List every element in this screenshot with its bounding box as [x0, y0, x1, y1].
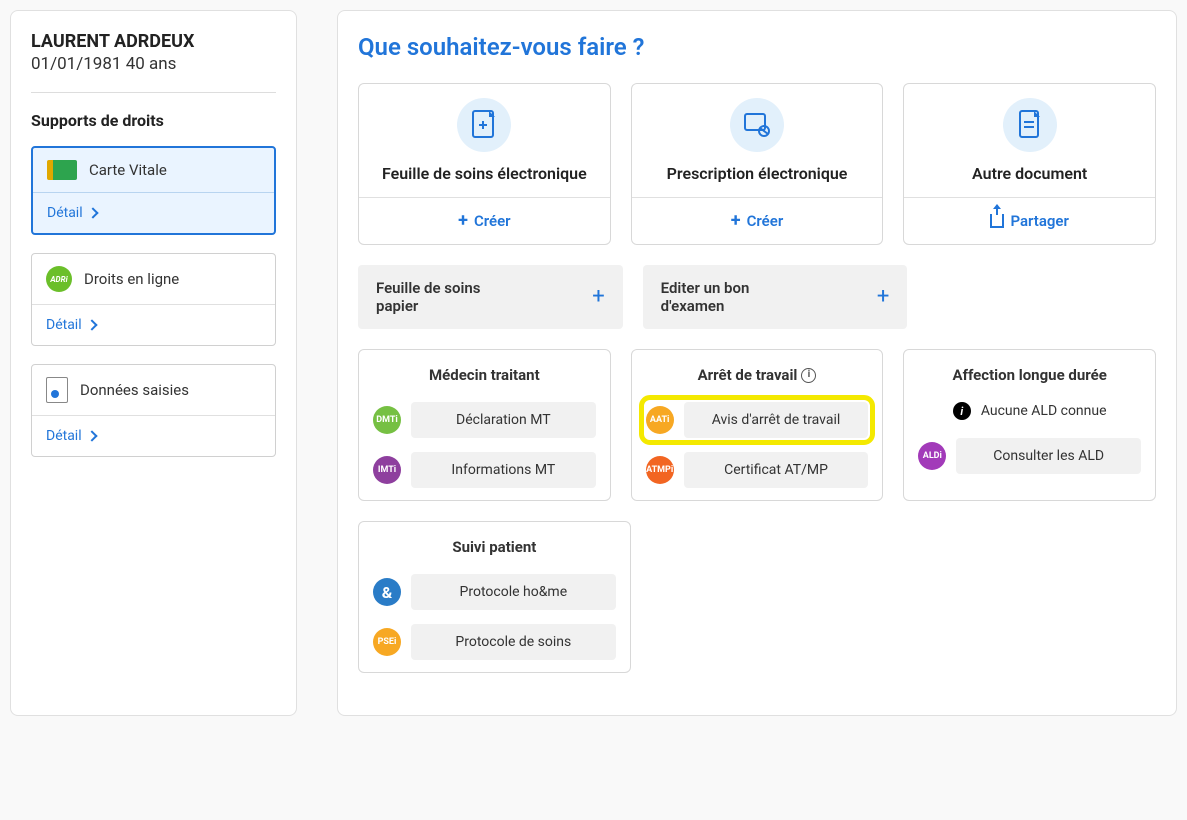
- sidebar: LAURENT ADRDEUX 01/01/1981 40 ans Suppor…: [10, 10, 297, 716]
- row-groups: Médecin traitant DMTi Déclaration MT IMT…: [358, 349, 1156, 501]
- support-detail-link[interactable]: Détail: [32, 416, 275, 456]
- patient-meta: 01/01/1981 40 ans: [31, 54, 276, 74]
- carte-vitale-icon: [47, 160, 77, 180]
- doc-plus-icon: [457, 98, 511, 152]
- support-header[interactable]: Carte Vitale: [33, 148, 274, 193]
- group-title: Suivi patient: [373, 538, 616, 556]
- card-prescription: Prescription électronique + Créer: [631, 83, 884, 245]
- pill-protocole-soins[interactable]: PSEi Protocole de soins: [373, 624, 616, 660]
- support-carte-vitale[interactable]: Carte Vitale Détail: [31, 146, 276, 235]
- chevron-right-icon: [86, 319, 97, 330]
- group-title: Arrêt de travail i: [646, 366, 869, 384]
- create-button[interactable]: + Créer: [359, 197, 610, 244]
- info-icon[interactable]: i: [801, 368, 816, 383]
- chevron-right-icon: [87, 207, 98, 218]
- chevron-right-icon: [86, 430, 97, 441]
- ald-status: i Aucune ALD connue: [918, 402, 1141, 420]
- badge-icon: DMTi: [373, 406, 401, 434]
- plus-icon: +: [458, 212, 468, 230]
- main-title: Que souhaitez-vous faire ?: [358, 33, 1156, 61]
- pill-consulter-ald[interactable]: ALDi Consulter les ALD: [918, 438, 1141, 474]
- adri-icon: ADRi: [46, 266, 72, 292]
- group-ald: Affection longue durée i Aucune ALD conn…: [903, 349, 1156, 501]
- badge-icon: PSEi: [373, 628, 401, 656]
- row-primary-actions: Feuille de soins électronique + Créer Pr…: [358, 83, 1156, 245]
- share-button[interactable]: Partager: [904, 197, 1155, 244]
- plus-icon: +: [731, 212, 741, 230]
- card-label: Feuille de soins électronique: [366, 164, 603, 197]
- share-icon: [990, 214, 1004, 228]
- main-panel: Que souhaitez-vous faire ? Feuille de so…: [337, 10, 1177, 716]
- pill-avis-arret-travail[interactable]: AATi Avis d'arrêt de travail: [646, 402, 869, 438]
- group-title: Affection longue durée: [918, 366, 1141, 384]
- support-header[interactable]: Données saisies: [32, 365, 275, 416]
- group-suivi-patient: Suivi patient & Protocole ho&me PSEi Pro…: [358, 521, 631, 673]
- row-groups-2: Suivi patient & Protocole ho&me PSEi Pro…: [358, 521, 1156, 673]
- pill-protocole-home[interactable]: & Protocole ho&me: [373, 574, 616, 610]
- info-icon: i: [953, 402, 971, 420]
- support-header[interactable]: ADRi Droits en ligne: [32, 254, 275, 305]
- flat-card-bon-examen[interactable]: Editer un bon d'examen +: [643, 265, 908, 329]
- form-icon: [46, 377, 68, 403]
- plus-icon: +: [592, 286, 604, 308]
- support-detail-link[interactable]: Détail: [33, 193, 274, 233]
- badge-icon: AATi: [646, 406, 674, 434]
- doc-icon: [1003, 98, 1057, 152]
- patient-name: LAURENT ADRDEUX: [31, 31, 276, 52]
- rx-icon: [730, 98, 784, 152]
- pill-declaration-mt[interactable]: DMTi Déclaration MT: [373, 402, 596, 438]
- card-fse: Feuille de soins électronique + Créer: [358, 83, 611, 245]
- group-title: Médecin traitant: [373, 366, 596, 384]
- support-donnees-saisies[interactable]: Données saisies Détail: [31, 364, 276, 457]
- badge-icon: &: [373, 578, 401, 606]
- card-label: Prescription électronique: [651, 164, 864, 197]
- flat-card-fsp[interactable]: Feuille de soins papier +: [358, 265, 623, 329]
- support-droits-en-ligne[interactable]: ADRi Droits en ligne Détail: [31, 253, 276, 346]
- pill-informations-mt[interactable]: IMTi Informations MT: [373, 452, 596, 488]
- create-button[interactable]: + Créer: [632, 197, 883, 244]
- pill-certificat-atmp[interactable]: ATMPi Certificat AT/MP: [646, 452, 869, 488]
- badge-icon: ATMPi: [646, 456, 674, 484]
- support-detail-link[interactable]: Détail: [32, 305, 275, 345]
- badge-icon: IMTi: [373, 456, 401, 484]
- badge-icon: ALDi: [918, 442, 946, 470]
- card-autre-document: Autre document Partager: [903, 83, 1156, 245]
- row-secondary-actions: Feuille de soins papier + Editer un bon …: [358, 265, 1156, 329]
- supports-title: Supports de droits: [31, 111, 276, 130]
- plus-icon: +: [877, 286, 889, 308]
- group-arret-travail: Arrêt de travail i AATi Avis d'arrêt de …: [631, 349, 884, 501]
- group-medecin-traitant: Médecin traitant DMTi Déclaration MT IMT…: [358, 349, 611, 501]
- card-label: Autre document: [956, 164, 1103, 197]
